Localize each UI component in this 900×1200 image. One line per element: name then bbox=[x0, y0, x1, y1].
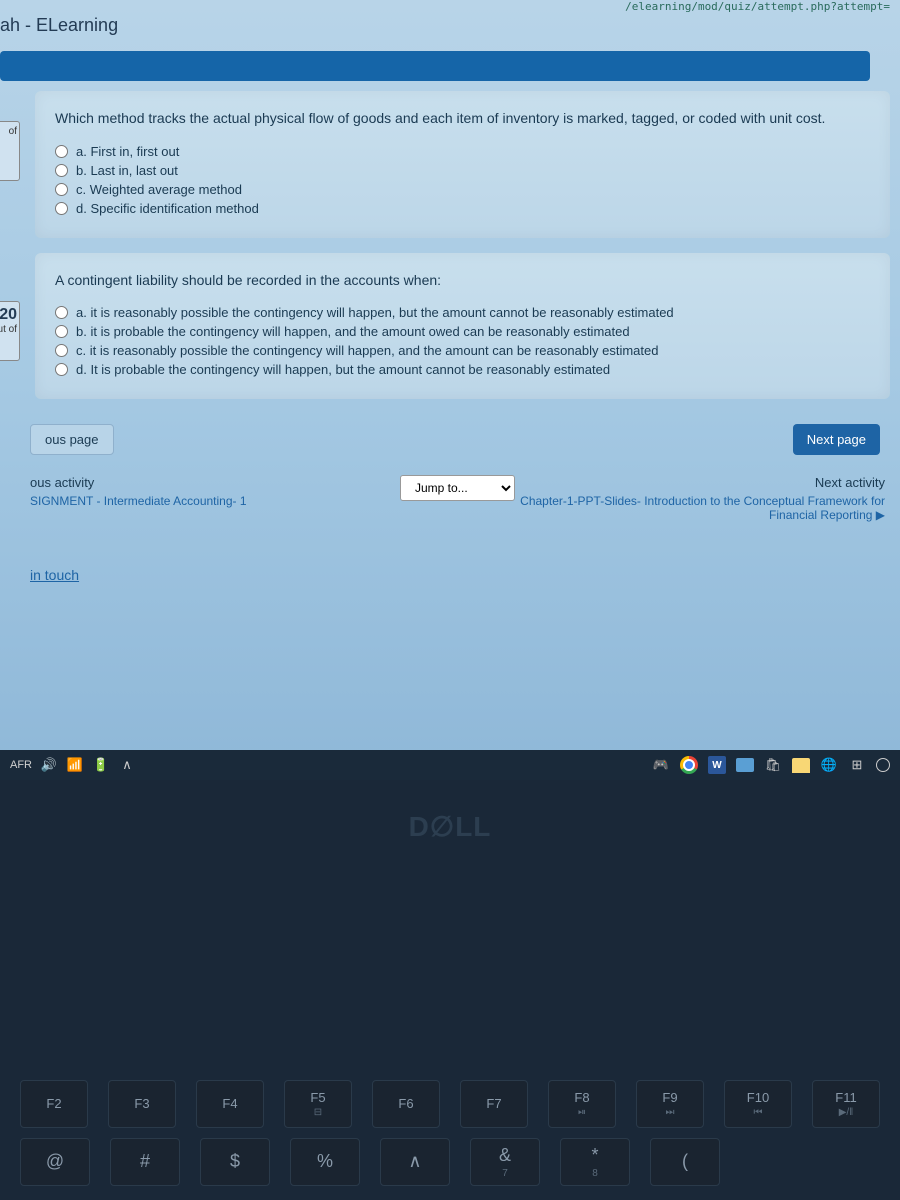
key-f3: F3 bbox=[108, 1080, 176, 1128]
folder-icon[interactable] bbox=[792, 758, 810, 773]
mail-icon[interactable] bbox=[736, 758, 754, 772]
key-f10: F10⏮ bbox=[724, 1080, 792, 1128]
header-bar[interactable] bbox=[0, 51, 870, 81]
taskbar: AFR 🔊 📶 🔋 ∧ 🎮 W 🛍 🌐 ⊞ bbox=[0, 750, 900, 780]
question-card-2: A contingent liability should be recorde… bbox=[35, 253, 890, 400]
url-fragment: /elearning/mod/quiz/attempt.php?attempt= bbox=[625, 0, 890, 13]
question-number: 20 bbox=[0, 306, 17, 323]
dell-logo: D∅LL bbox=[0, 810, 900, 843]
previous-activity-header: ous activity bbox=[30, 475, 400, 490]
key-2: @ bbox=[20, 1138, 90, 1186]
word-icon[interactable]: W bbox=[708, 756, 726, 774]
radio-input[interactable] bbox=[55, 325, 68, 338]
previous-activity-link[interactable]: SIGNMENT - Intermediate Accounting- 1 bbox=[30, 494, 400, 508]
function-key-row: F2 F3 F4 F5⊟ F6 F7 F8⏯ F9⏭ F10⏮ F11▶/‖ bbox=[0, 1080, 900, 1128]
radio-input[interactable] bbox=[55, 344, 68, 357]
chrome-icon[interactable] bbox=[680, 756, 698, 774]
key-f11: F11▶/‖ bbox=[812, 1080, 880, 1128]
key-f4: F4 bbox=[196, 1080, 264, 1128]
content-area: of 20 ut of Which method tracks the actu… bbox=[0, 86, 900, 583]
store-icon[interactable]: 🛍 bbox=[764, 756, 782, 774]
option-a[interactable]: a. First in, first out bbox=[55, 144, 870, 159]
key-f2: F2 bbox=[20, 1080, 88, 1128]
radio-input[interactable] bbox=[55, 164, 68, 177]
radio-input[interactable] bbox=[55, 183, 68, 196]
taskbar-right: 🎮 W 🛍 🌐 ⊞ bbox=[652, 756, 890, 774]
jump-to-container: Jump to... bbox=[400, 475, 515, 501]
previous-page-button[interactable]: ous page bbox=[30, 424, 114, 455]
next-activity-header: Next activity bbox=[515, 475, 885, 490]
wifi-icon[interactable]: 📶 bbox=[66, 756, 84, 774]
keyboard: F2 F3 F4 F5⊟ F6 F7 F8⏯ F9⏭ F10⏮ F11▶/‖ @… bbox=[0, 1080, 900, 1200]
option-c[interactable]: c. it is reasonably possible the conting… bbox=[55, 343, 870, 358]
jump-to-select[interactable]: Jump to... bbox=[400, 475, 515, 501]
app-icon[interactable]: 🎮 bbox=[652, 756, 670, 774]
next-activity-link[interactable]: Chapter-1-PPT-Slides- Introduction to th… bbox=[515, 494, 885, 522]
key-8: *8 bbox=[560, 1138, 630, 1186]
option-label: a. First in, first out bbox=[76, 144, 179, 159]
question-side-label: ut of bbox=[0, 324, 17, 335]
option-label: b. Last in, last out bbox=[76, 163, 178, 178]
key-6: ∧ bbox=[380, 1138, 450, 1186]
activity-nav: ous activity SIGNMENT - Intermediate Acc… bbox=[30, 470, 900, 537]
radio-input[interactable] bbox=[55, 363, 68, 376]
volume-icon[interactable]: 🔊 bbox=[40, 756, 58, 774]
page-nav: ous page Next page bbox=[30, 414, 900, 470]
key-f5: F5⊟ bbox=[284, 1080, 352, 1128]
option-b[interactable]: b. it is probable the contingency will h… bbox=[55, 324, 870, 339]
key-5: % bbox=[290, 1138, 360, 1186]
battery-icon[interactable]: 🔋 bbox=[92, 756, 110, 774]
key-3: # bbox=[110, 1138, 180, 1186]
radio-input[interactable] bbox=[55, 202, 68, 215]
key-f7: F7 bbox=[460, 1080, 528, 1128]
cortana-icon[interactable] bbox=[876, 758, 890, 772]
next-activity: Next activity Chapter-1-PPT-Slides- Intr… bbox=[515, 475, 885, 522]
task-view-icon[interactable]: ⊞ bbox=[848, 756, 866, 774]
option-label: d. Specific identification method bbox=[76, 201, 259, 216]
edge-icon[interactable]: 🌐 bbox=[820, 756, 838, 774]
option-label: a. it is reasonably possible the conting… bbox=[76, 305, 674, 320]
number-key-row: @ # $ % ∧ &7 *8 ( bbox=[0, 1138, 900, 1186]
radio-input[interactable] bbox=[55, 306, 68, 319]
option-label: c. it is reasonably possible the conting… bbox=[76, 343, 658, 358]
question-info-box-2: 20 ut of bbox=[0, 301, 20, 361]
option-label: d. It is probable the contingency will h… bbox=[76, 362, 610, 377]
chevron-up-icon[interactable]: ∧ bbox=[118, 756, 136, 774]
key-f8: F8⏯ bbox=[548, 1080, 616, 1128]
previous-activity: ous activity SIGNMENT - Intermediate Acc… bbox=[30, 475, 400, 508]
option-c[interactable]: c. Weighted average method bbox=[55, 182, 870, 197]
question-info-box-1: of bbox=[0, 121, 20, 181]
question-text: A contingent liability should be recorde… bbox=[55, 271, 870, 291]
key-f9: F9⏭ bbox=[636, 1080, 704, 1128]
radio-input[interactable] bbox=[55, 145, 68, 158]
taskbar-language[interactable]: AFR bbox=[10, 759, 32, 771]
next-page-button[interactable]: Next page bbox=[793, 424, 880, 455]
option-label: c. Weighted average method bbox=[76, 182, 242, 197]
option-label: b. it is probable the contingency will h… bbox=[76, 324, 630, 339]
key-4: $ bbox=[200, 1138, 270, 1186]
question-card-1: Which method tracks the actual physical … bbox=[35, 91, 890, 238]
footer-link[interactable]: in touch bbox=[30, 537, 900, 583]
screen: /elearning/mod/quiz/attempt.php?attempt=… bbox=[0, 0, 900, 770]
option-b[interactable]: b. Last in, last out bbox=[55, 163, 870, 178]
key-9: ( bbox=[650, 1138, 720, 1186]
option-a[interactable]: a. it is reasonably possible the conting… bbox=[55, 305, 870, 320]
question-text: Which method tracks the actual physical … bbox=[55, 109, 870, 129]
option-d[interactable]: d. Specific identification method bbox=[55, 201, 870, 216]
main-col: Which method tracks the actual physical … bbox=[25, 86, 900, 583]
question-side-label: of bbox=[9, 126, 17, 137]
question-info-col: of 20 ut of bbox=[0, 86, 25, 583]
option-d[interactable]: d. It is probable the contingency will h… bbox=[55, 362, 870, 377]
key-7: &7 bbox=[470, 1138, 540, 1186]
taskbar-left: AFR 🔊 📶 🔋 ∧ bbox=[10, 756, 136, 774]
key-f6: F6 bbox=[372, 1080, 440, 1128]
